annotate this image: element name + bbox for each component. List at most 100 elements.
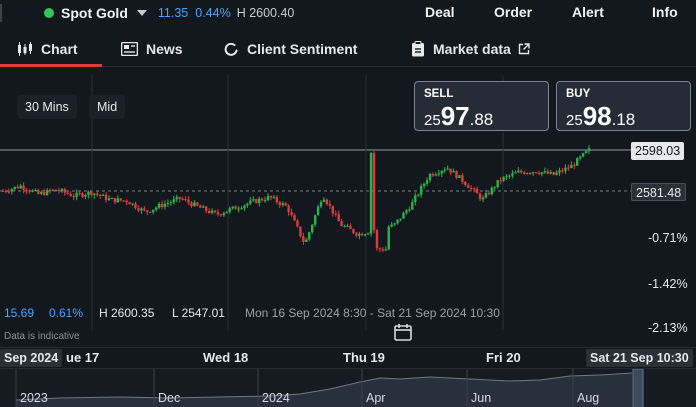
- candle-body: [63, 189, 67, 193]
- candle-body: [561, 170, 564, 172]
- candle-body: [260, 198, 264, 201]
- candle-body: [4, 191, 8, 193]
- candle-body: [28, 190, 31, 192]
- sell-price-prefix: 25: [424, 112, 441, 129]
- candle-body: [534, 172, 538, 174]
- candle-body: [202, 206, 205, 208]
- price-type-selector[interactable]: Mid: [89, 95, 126, 119]
- candle-body: [175, 197, 178, 200]
- candle-body: [366, 233, 370, 235]
- indicative-note: Data is indicative: [4, 331, 80, 342]
- candle-body: [449, 168, 452, 173]
- candle-body: [390, 224, 393, 227]
- candle-body: [125, 200, 128, 203]
- candle-body: [45, 189, 49, 196]
- candle-body: [113, 197, 117, 203]
- pct-label-2: -1.42%: [648, 277, 688, 291]
- candle-body: [169, 202, 173, 204]
- candle-body: [334, 213, 337, 215]
- candle-body: [352, 229, 355, 234]
- candle-body: [281, 203, 284, 206]
- nav-label-2023: 2023: [20, 391, 48, 405]
- candle-body: [69, 193, 72, 197]
- candle-body: [146, 210, 149, 212]
- period-high: H 2600.35: [99, 306, 155, 320]
- candle-body: [90, 191, 93, 195]
- buy-button[interactable]: BUY 2598.18: [556, 81, 691, 131]
- candle-body: [581, 153, 585, 157]
- time-axis[interactable]: Sep 2024 ue 17 Wed 18 Thu 19 Fri 20 Sat …: [0, 347, 696, 367]
- candle-body: [13, 186, 16, 189]
- candle-body: [428, 174, 432, 181]
- candle-body: [464, 181, 467, 185]
- candle-body: [587, 148, 591, 152]
- candle-body: [322, 199, 326, 202]
- candle-body: [313, 215, 317, 225]
- candle-body: [346, 225, 349, 227]
- time-label-wed: Wed 18: [203, 350, 249, 365]
- candle-body: [93, 193, 96, 195]
- chart-navigator[interactable]: 2023 Dec 2024 Apr Jun Aug: [0, 368, 696, 407]
- candle-body: [508, 175, 511, 177]
- candle-body: [543, 171, 547, 173]
- candle-body: [458, 175, 461, 179]
- candle-body: [266, 195, 270, 201]
- pct-label-3: -2.13%: [648, 321, 688, 335]
- candle-body: [408, 209, 411, 211]
- candle-body: [101, 194, 105, 196]
- candle-body: [369, 153, 373, 234]
- candle-body: [502, 176, 505, 181]
- candle-body: [528, 173, 532, 175]
- candle-body: [484, 193, 488, 198]
- candle-body: [193, 202, 196, 207]
- candle-body: [187, 199, 190, 203]
- buy-price-decimals: .18: [611, 110, 636, 129]
- candle-body: [234, 206, 237, 210]
- candle-body: [467, 184, 470, 188]
- sell-label: SELL: [424, 88, 454, 100]
- candle-body: [57, 190, 61, 192]
- candle-body: [419, 186, 423, 195]
- candle-body: [349, 225, 352, 230]
- candle-body: [325, 199, 329, 205]
- candle-body: [284, 203, 287, 206]
- nav-label-dec: Dec: [158, 391, 181, 405]
- candle-body: [496, 180, 499, 188]
- candle-body: [425, 180, 429, 184]
- candle-body: [531, 172, 535, 174]
- calendar-icon[interactable]: [394, 323, 412, 346]
- candle-body: [34, 190, 37, 192]
- sell-price-decimals: .88: [469, 110, 494, 129]
- candle-body: [107, 198, 111, 201]
- candle-body: [119, 198, 122, 201]
- reference-price-tag: 2581.48: [631, 183, 687, 201]
- time-label-tue: ue 17: [66, 350, 100, 365]
- candle-body: [308, 232, 311, 240]
- candle-body: [472, 188, 476, 190]
- sell-button[interactable]: SELL 2597.88: [414, 81, 549, 131]
- interval-selector[interactable]: 30 Mins: [17, 95, 77, 119]
- candle-body: [184, 199, 187, 201]
- candle-body: [48, 189, 52, 191]
- candle-body: [51, 189, 55, 191]
- candle-body: [567, 167, 570, 169]
- candle-body: [440, 170, 443, 174]
- price-chart[interactable]: [0, 0, 696, 407]
- candle-body: [584, 151, 588, 154]
- candle-body: [384, 249, 388, 251]
- candle-body: [231, 206, 234, 209]
- period-change: 15.69: [4, 306, 35, 320]
- candle-body: [331, 205, 335, 214]
- candle-body: [225, 211, 228, 214]
- candle-body: [204, 206, 208, 211]
- candle-body: [196, 202, 199, 206]
- candle-body: [137, 208, 140, 211]
- candle-body: [163, 203, 167, 207]
- candle-body: [411, 201, 414, 210]
- candle-body: [511, 173, 514, 176]
- candle-body: [149, 211, 152, 213]
- buy-label: BUY: [566, 88, 591, 100]
- candle-body: [22, 185, 25, 190]
- candle-body: [396, 219, 399, 224]
- candle-body: [328, 204, 332, 206]
